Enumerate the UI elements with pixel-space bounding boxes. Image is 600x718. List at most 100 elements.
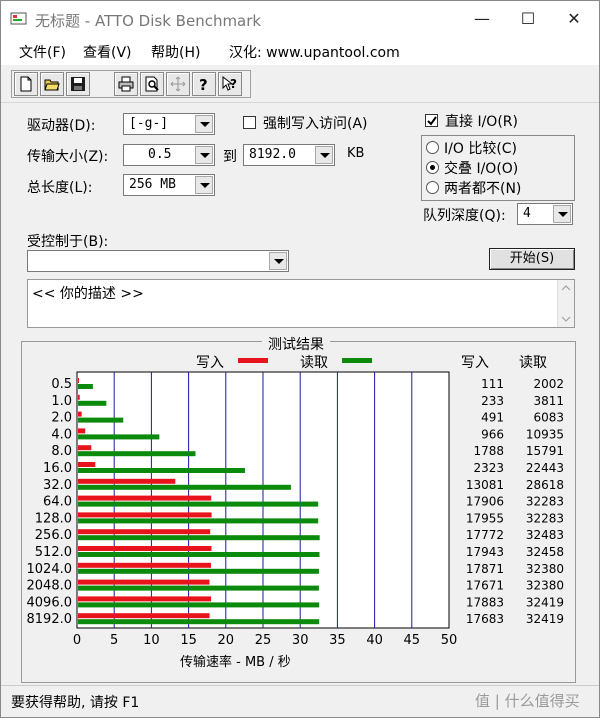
legend-read-swatch bbox=[342, 358, 372, 363]
read-value: 32283 bbox=[526, 511, 564, 525]
force-write-checkbox[interactable] bbox=[243, 116, 256, 129]
chevron-down-icon[interactable] bbox=[553, 205, 571, 223]
menu-localized[interactable]: 汉化: www.upantool.com bbox=[229, 42, 400, 62]
atto-window: 无标题 - ATTO Disk Benchmark — ☐ ✕ 文件(F) 查看… bbox=[0, 0, 600, 718]
controlled-by-label: 受控制于(B): bbox=[27, 234, 109, 250]
read-bar bbox=[78, 484, 291, 490]
move-icon[interactable] bbox=[166, 72, 190, 96]
write-bar bbox=[78, 445, 92, 451]
read-value: 32419 bbox=[526, 612, 564, 626]
write-bar bbox=[78, 546, 212, 551]
read-column-header: 读取 bbox=[519, 354, 547, 371]
x-tick-label: 10 bbox=[143, 633, 160, 648]
category-label: 0.5 bbox=[51, 377, 72, 392]
write-bar bbox=[78, 411, 82, 417]
x-tick-label: 20 bbox=[218, 633, 235, 648]
read-bar bbox=[78, 451, 196, 457]
x-tick-label: 30 bbox=[292, 633, 309, 648]
status-bar: 要获得帮助, 请按 F1 值 | 什么值得买 bbox=[1, 685, 599, 717]
minimize-button[interactable]: — bbox=[459, 1, 505, 37]
neither-label: 两者都不(N) bbox=[444, 181, 522, 197]
write-column-header: 写入 bbox=[461, 355, 489, 371]
menu-help[interactable]: 帮助(H) bbox=[151, 42, 200, 62]
write-value: 17883 bbox=[466, 595, 504, 609]
write-value: 2323 bbox=[473, 461, 504, 475]
queue-depth-select[interactable]: 4 bbox=[517, 203, 573, 225]
help-icon[interactable]: ? bbox=[192, 72, 216, 96]
read-value: 32380 bbox=[526, 562, 564, 576]
drive-label: 驱动器(D): bbox=[27, 118, 96, 134]
read-value: 28618 bbox=[526, 478, 564, 492]
x-tick-label: 15 bbox=[180, 633, 197, 648]
window-title: 无标题 - ATTO Disk Benchmark bbox=[35, 12, 262, 30]
write-bar bbox=[78, 462, 96, 467]
save-icon[interactable] bbox=[66, 72, 90, 96]
chevron-down-icon[interactable] bbox=[195, 146, 213, 164]
write-value: 966 bbox=[481, 427, 504, 441]
category-label: 4.0 bbox=[51, 427, 72, 442]
x-tick-label: 50 bbox=[441, 633, 458, 648]
chevron-down-icon[interactable] bbox=[315, 146, 333, 164]
maximize-button[interactable]: ☐ bbox=[505, 1, 551, 37]
title-bar: 无标题 - ATTO Disk Benchmark — ☐ ✕ bbox=[1, 1, 599, 37]
legend-write-swatch bbox=[238, 358, 268, 363]
category-label: 1024.0 bbox=[27, 562, 73, 577]
read-bar bbox=[78, 400, 107, 406]
description-textarea[interactable]: << 你的描述 >> bbox=[27, 279, 575, 328]
read-bar bbox=[78, 552, 320, 557]
close-button[interactable]: ✕ bbox=[551, 1, 597, 37]
results-chart: 0 5 10 15 20 25 30 35 40 45 50 0.5 111 2002 1.0 233 381… bbox=[27, 354, 565, 670]
new-file-icon[interactable] bbox=[14, 72, 38, 96]
transfer-size-label: 传输大小(Z): bbox=[27, 149, 109, 165]
total-length-value: 256 MB bbox=[129, 177, 176, 192]
x-tick-label: 40 bbox=[366, 633, 383, 648]
read-bar bbox=[78, 518, 319, 524]
read-value: 32283 bbox=[526, 495, 564, 509]
chevron-down-icon[interactable] bbox=[195, 115, 213, 133]
checkmark-icon bbox=[427, 116, 437, 126]
legend-write-label: 写入 bbox=[196, 355, 224, 371]
read-value: 10935 bbox=[526, 427, 564, 441]
write-value: 13081 bbox=[466, 478, 504, 492]
start-button[interactable]: 开始(S) bbox=[489, 248, 575, 270]
write-bar bbox=[78, 378, 79, 383]
read-value: 32419 bbox=[526, 595, 564, 609]
svg-text:?: ? bbox=[199, 76, 208, 92]
print-preview-icon[interactable] bbox=[140, 72, 164, 96]
read-value: 22443 bbox=[526, 461, 564, 475]
open-folder-icon[interactable] bbox=[40, 72, 64, 96]
io-compare-radio[interactable] bbox=[426, 141, 439, 154]
transfer-to-value: 8192.0 bbox=[249, 147, 296, 162]
io-compare-label: I/O 比较(C) bbox=[444, 141, 518, 157]
read-bar bbox=[78, 602, 320, 608]
chevron-down-icon[interactable] bbox=[269, 252, 287, 270]
controlled-by-select[interactable] bbox=[27, 250, 289, 272]
status-text: 要获得帮助, 请按 F1 bbox=[11, 695, 140, 711]
menu-bar: 文件(F) 查看(V) 帮助(H) 汉化: www.upantool.com bbox=[1, 37, 599, 65]
write-value: 111 bbox=[481, 377, 504, 391]
category-label: 32.0 bbox=[43, 478, 72, 493]
read-bar bbox=[78, 585, 319, 591]
context-help-icon[interactable]: ? bbox=[218, 72, 242, 96]
transfer-from-select[interactable]: 0.5 bbox=[123, 144, 215, 166]
chevron-down-icon[interactable] bbox=[195, 176, 213, 194]
description-scrollbar[interactable] bbox=[557, 280, 574, 327]
read-bar bbox=[78, 417, 124, 423]
overlap-io-radio[interactable] bbox=[426, 161, 439, 174]
print-icon[interactable] bbox=[114, 72, 138, 96]
neither-radio[interactable] bbox=[426, 181, 439, 194]
total-length-select[interactable]: 256 MB bbox=[123, 174, 215, 196]
read-bar bbox=[78, 535, 320, 541]
read-value: 32458 bbox=[526, 545, 564, 559]
menu-view[interactable]: 查看(V) bbox=[83, 42, 132, 62]
menu-file[interactable]: 文件(F) bbox=[19, 42, 66, 62]
read-value: 15791 bbox=[526, 444, 564, 458]
drive-select[interactable]: [-g-] bbox=[123, 113, 215, 135]
transfer-to-select[interactable]: 8192.0 bbox=[243, 144, 335, 166]
queue-depth-label: 队列深度(Q): bbox=[423, 208, 506, 224]
read-value: 2002 bbox=[533, 377, 564, 391]
toolbar-group: ? ? bbox=[11, 70, 251, 98]
x-tick-label: 5 bbox=[110, 633, 118, 648]
write-bar bbox=[78, 512, 212, 518]
direct-io-checkbox[interactable] bbox=[425, 114, 438, 127]
